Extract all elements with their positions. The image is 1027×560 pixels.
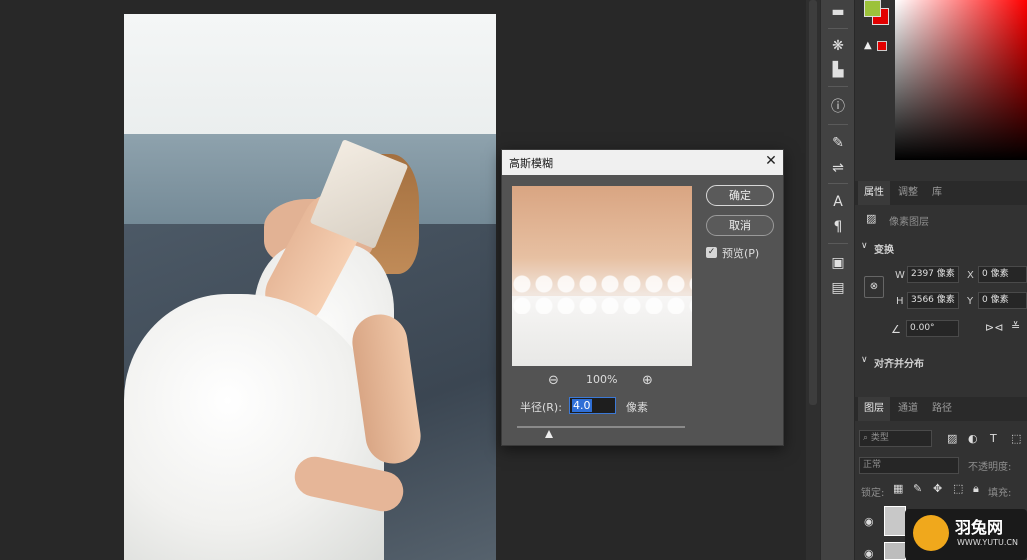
brush-settings-icon[interactable]: ⇌ — [821, 156, 855, 180]
lock-paint-icon[interactable]: ✎ — [913, 482, 922, 495]
lock-transparency-icon[interactable]: ▦ — [893, 482, 903, 495]
width-field[interactable]: 2397 像素 — [907, 266, 959, 283]
opacity-label: 不透明度: — [968, 462, 1012, 473]
brush-icon[interactable]: ✎ — [821, 131, 855, 155]
visibility-eye-icon[interactable]: ◉ — [864, 547, 874, 560]
watermark-mark — [913, 515, 949, 551]
flip-vertical-icon[interactable]: ≚ — [1011, 320, 1020, 333]
pixel-layer-icon: ▨ — [866, 212, 877, 225]
radius-slider-thumb[interactable] — [544, 430, 553, 438]
preview-lace — [512, 274, 692, 314]
zoom-out-icon[interactable]: ⊖ — [548, 373, 559, 388]
layer-type: 像素图层 — [889, 217, 929, 228]
radius-unit: 像素 — [626, 401, 648, 414]
lock-label: 锁定: — [861, 488, 885, 499]
tab-layers[interactable]: 图层 — [858, 397, 890, 421]
info-icon[interactable]: ⓘ — [821, 95, 855, 119]
color-picker-field[interactable] — [895, 0, 1027, 160]
divider — [828, 124, 848, 125]
close-icon[interactable]: ✕ — [763, 153, 779, 171]
gamut-warning-swatch[interactable] — [877, 41, 887, 51]
flip-horizontal-icon[interactable]: ⊳⊲ — [985, 321, 1003, 334]
angle-field[interactable]: 0.00° — [906, 320, 959, 337]
dialog-title: 高斯模糊 — [509, 157, 553, 170]
histogram-icon[interactable]: ▙ — [821, 58, 855, 82]
watermark-logo: 羽兔网 WWW.YUTU.CN — [905, 509, 1027, 560]
divider — [828, 28, 848, 29]
x-field[interactable]: 0 像素 — [978, 266, 1027, 283]
gamut-warning-icon[interactable]: ▲ — [864, 40, 872, 51]
filter-shape-icon[interactable]: ⬚ — [1011, 432, 1021, 445]
section-transform[interactable]: 变换 — [874, 241, 894, 256]
watermark-url: WWW.YUTU.CN — [957, 538, 1018, 547]
radius-value: 4.0 — [572, 399, 592, 412]
radius-slider-track[interactable] — [517, 426, 685, 428]
radius-input[interactable]: 4.0 — [569, 397, 616, 414]
layers-panel-header: 图层 通道 路径 — [855, 397, 1027, 421]
h-label: H — [896, 296, 904, 307]
divider — [828, 243, 848, 244]
divider — [828, 86, 848, 87]
panel-icon-strip: ▬ ❋ ▙ ⓘ ✎ ⇌ A ¶ ▣ ▤ — [820, 0, 854, 560]
layer-thumbnail[interactable] — [884, 506, 906, 536]
preview-checkbox[interactable]: ✓ — [706, 247, 717, 258]
blur-preview[interactable] — [512, 186, 692, 366]
tab-paths[interactable]: 路径 — [927, 397, 957, 421]
y-field[interactable]: 0 像素 — [978, 292, 1027, 309]
section-align[interactable]: 对齐并分布 — [874, 355, 924, 370]
fill-label: 填充: — [988, 488, 1012, 499]
w-label: W — [895, 270, 905, 281]
layer-filter-select[interactable]: ⌕ 类型 — [859, 430, 932, 447]
notes-icon[interactable]: ▤ — [821, 276, 855, 300]
filter-pixel-icon[interactable]: ▨ — [947, 432, 957, 445]
preview-checkbox-label[interactable]: 预览(P) — [722, 245, 759, 261]
watermark-name: 羽兔网 — [955, 518, 1004, 537]
divider — [828, 183, 848, 184]
canvas-scrollbar[interactable] — [806, 0, 820, 560]
layer-thumbnail[interactable] — [884, 542, 906, 560]
angle-icon: ∠ — [891, 323, 901, 336]
right-panels: ▲ 属性 调整 库 ▨ 像素图层 ∨ 变换 ⊗ W 2397 像素 X 0 像素… — [855, 0, 1027, 560]
x-label: X — [967, 270, 974, 281]
comment-icon[interactable]: ▬ — [821, 0, 855, 24]
paragraph-icon[interactable]: ¶ — [821, 215, 855, 239]
properties-panel-header: 属性 调整 库 — [855, 181, 1027, 205]
foreground-color-swatch[interactable] — [864, 0, 881, 17]
navigator-icon[interactable]: ❋ — [821, 34, 855, 58]
scrollbar-thumb[interactable] — [809, 0, 817, 405]
chevron-down-icon[interactable]: ∨ — [861, 355, 868, 365]
link-icon[interactable]: ⊗ — [864, 276, 884, 298]
zoom-in-icon[interactable]: ⊕ — [642, 373, 653, 388]
height-field[interactable]: 3566 像素 — [907, 292, 959, 309]
photo-window — [124, 14, 496, 154]
lock-artboard-icon[interactable]: ⬚ — [953, 482, 963, 495]
character-icon[interactable]: A — [821, 190, 855, 214]
cancel-button[interactable]: 取消 — [706, 215, 774, 236]
tab-channels[interactable]: 通道 — [893, 397, 923, 421]
filter-kind: 类型 — [870, 433, 889, 443]
gaussian-blur-dialog: 高斯模糊 ✕ 确定 取消 ✓ 预览(P) ⊖ 100% ⊕ 半径(R): 4.0… — [501, 149, 784, 446]
ok-button[interactable]: 确定 — [706, 185, 774, 206]
visibility-eye-icon[interactable]: ◉ — [864, 515, 874, 528]
blend-mode-select[interactable]: 正常 — [859, 457, 959, 474]
lock-move-icon[interactable]: ✥ — [933, 482, 942, 495]
zoom-level: 100% — [586, 373, 618, 386]
y-label: Y — [967, 296, 974, 307]
tab-adjustments[interactable]: 调整 — [893, 181, 923, 205]
tab-libraries[interactable]: 库 — [927, 181, 947, 205]
libraries-icon[interactable]: ▣ — [821, 251, 855, 275]
filter-adjustment-icon[interactable]: ◐ — [968, 432, 978, 445]
tab-properties[interactable]: 属性 — [858, 181, 890, 205]
chevron-down-icon[interactable]: ∨ — [861, 241, 868, 251]
canvas-image[interactable] — [124, 14, 496, 560]
radius-label: 半径(R): — [520, 401, 562, 414]
lock-all-icon[interactable]: 🔒︎ — [973, 482, 979, 496]
filter-type-icon[interactable]: T — [990, 432, 997, 445]
